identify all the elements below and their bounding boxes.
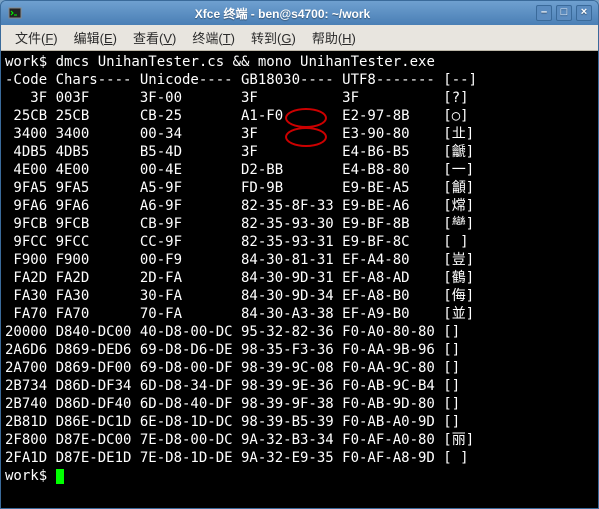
cursor [56, 469, 64, 484]
app-window: Xfce 终端 - ben@s4700: ~/work – □ × 文件(F) … [0, 0, 599, 509]
window-buttons: – □ × [536, 5, 592, 21]
menu-view[interactable]: 查看(V) [125, 25, 184, 50]
window-title: Xfce 终端 - ben@s4700: ~/work [29, 5, 536, 22]
minimize-button[interactable]: – [536, 5, 552, 21]
menu-edit[interactable]: 编辑(E) [66, 25, 125, 50]
prompt-line: work$ dmcs UnihanTester.cs && mono Uniha… [5, 54, 435, 70]
menu-terminal[interactable]: 终端(T) [184, 25, 243, 50]
terminal-icon [7, 5, 23, 21]
close-button[interactable]: × [576, 5, 592, 21]
terminal-area[interactable]: work$ dmcs UnihanTester.cs && mono Uniha… [1, 51, 598, 508]
maximize-button[interactable]: □ [556, 5, 572, 21]
menubar: 文件(F) 编辑(E) 查看(V) 终端(T) 转到(G) 帮助(H) [1, 25, 598, 51]
menu-help[interactable]: 帮助(H) [304, 25, 364, 50]
output-rows: 3F 003F 3F-00 3F 3F [?] 25CB 25CB CB-25 … [5, 89, 594, 467]
menu-file[interactable]: 文件(F) [7, 25, 66, 50]
menu-goto[interactable]: 转到(G) [243, 25, 304, 50]
table-header: -Code Chars---- Unicode---- GB18030---- … [5, 72, 477, 88]
titlebar[interactable]: Xfce 终端 - ben@s4700: ~/work – □ × [1, 1, 598, 25]
prompt-line: work$ [5, 468, 56, 484]
